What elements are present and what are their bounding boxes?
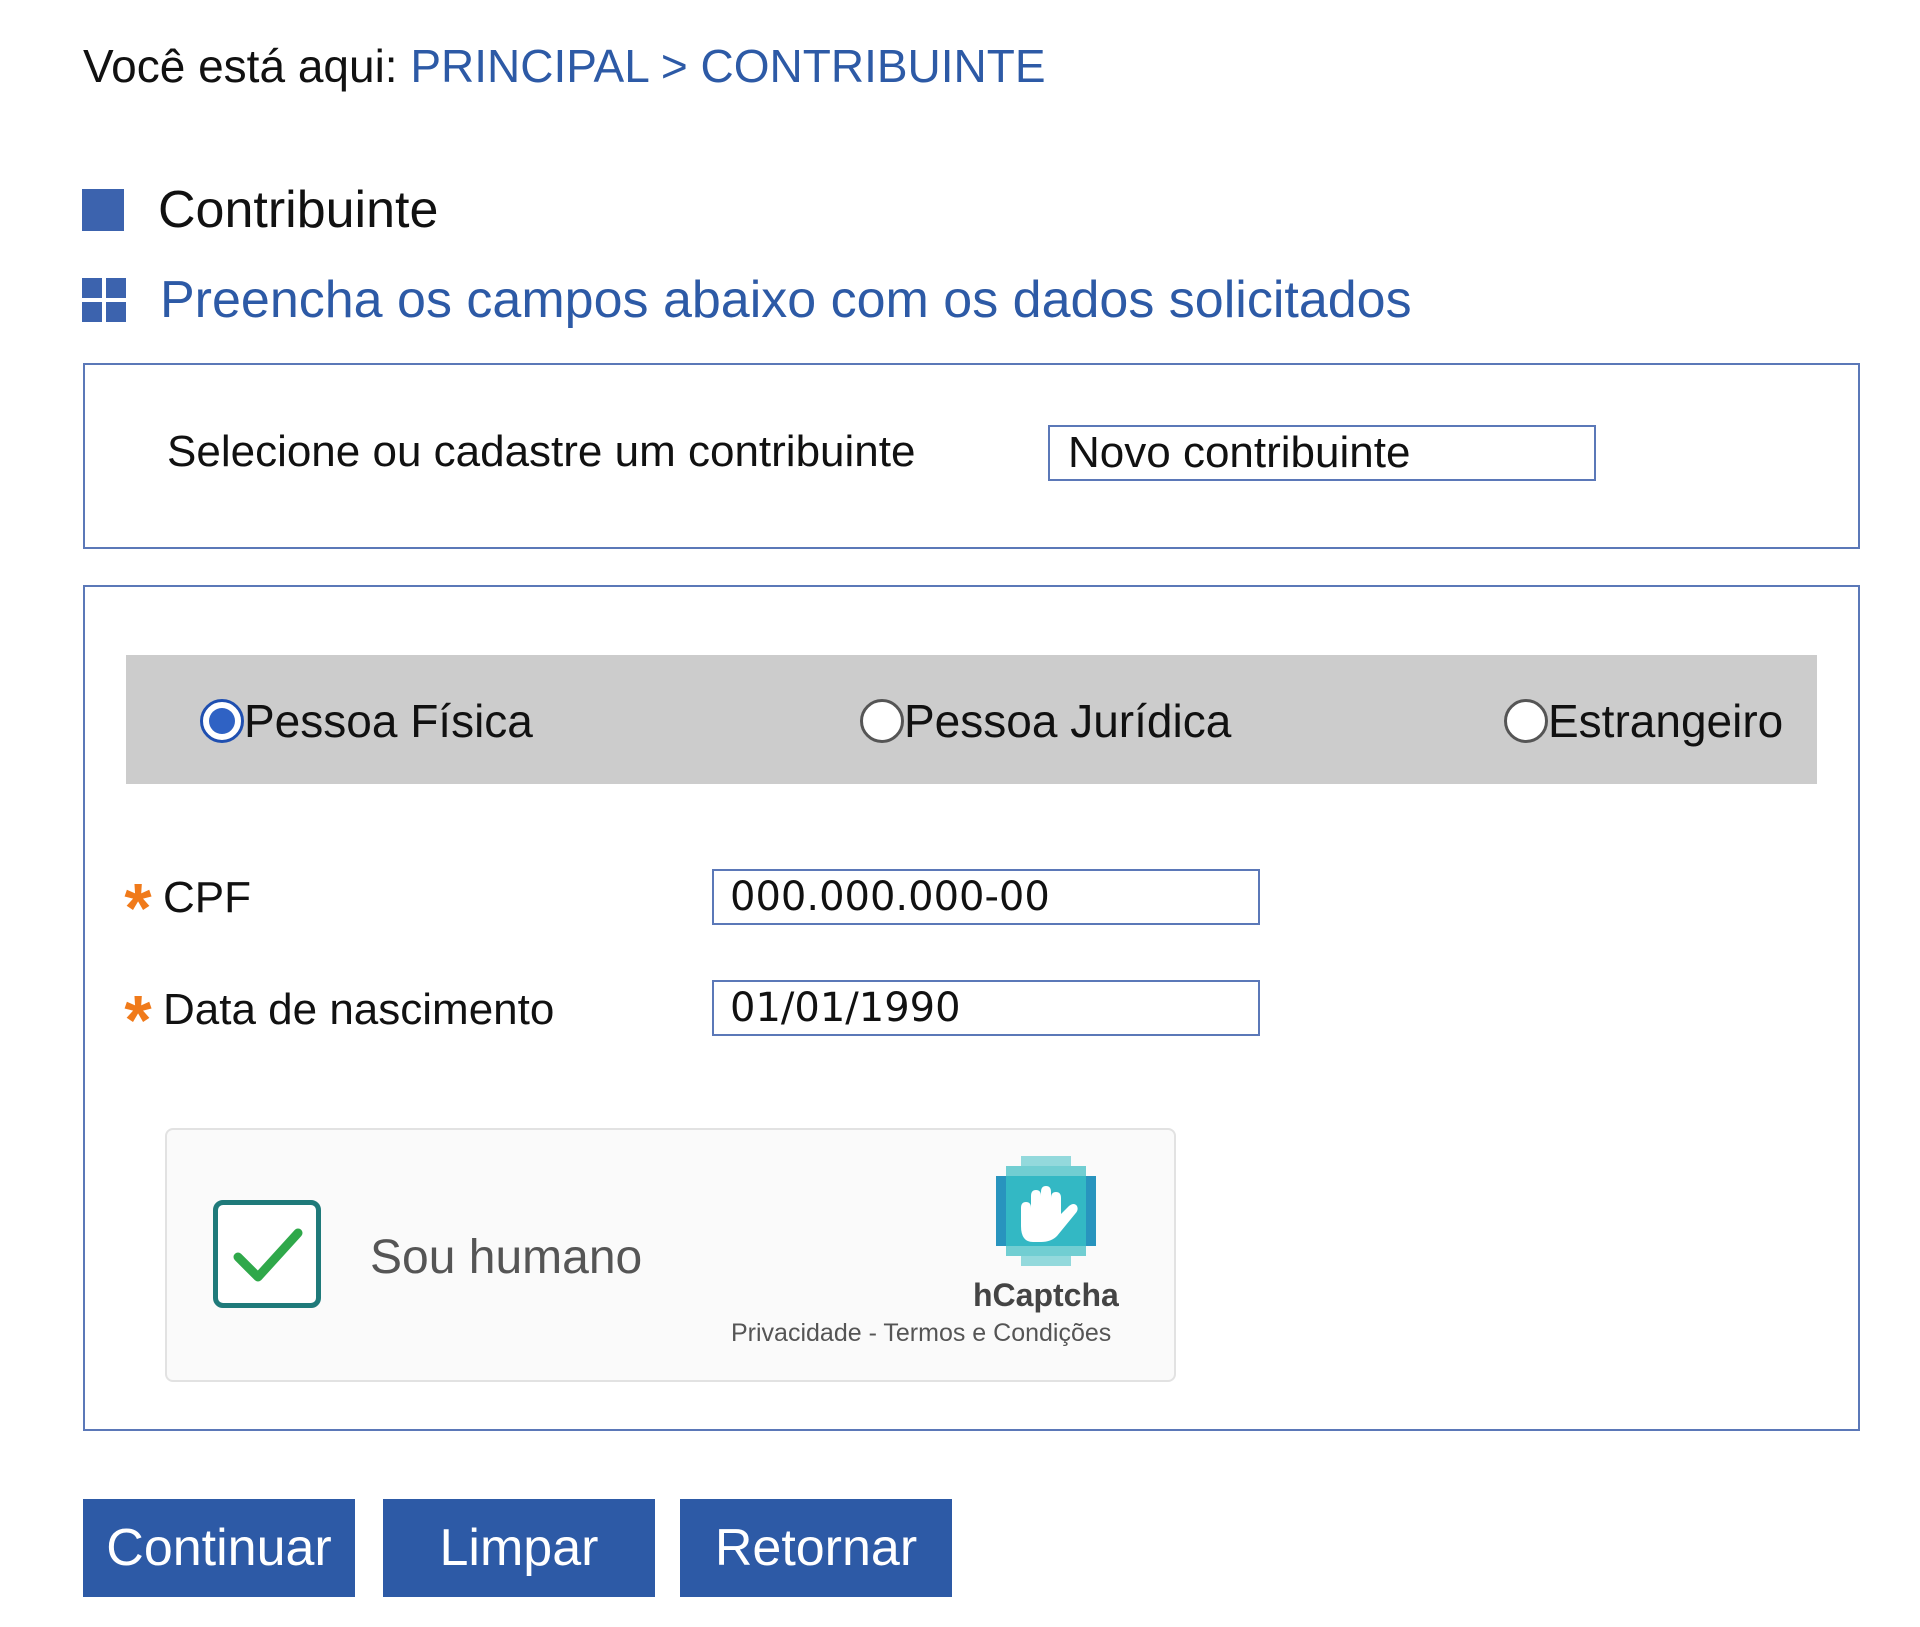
- breadcrumb-link-contribuinte[interactable]: CONTRIBUINTE: [701, 40, 1046, 92]
- radio-button[interactable]: [860, 699, 904, 743]
- grid-icon: [82, 278, 126, 322]
- breadcrumb-prefix: Você está aqui:: [83, 40, 398, 92]
- radio-label: Pessoa Física: [244, 695, 533, 747]
- page-subtitle-row: Preencha os campos abaixo com os dados s…: [82, 270, 1412, 330]
- cpf-label: CPF: [163, 873, 251, 922]
- breadcrumb-link-principal[interactable]: PRINCIPAL: [410, 40, 648, 92]
- page-title: Contribuinte: [158, 181, 439, 239]
- person-type-radio-group: Pessoa Física Pessoa Jurídica Estrangeir…: [126, 655, 1817, 784]
- radio-pessoa-fisica[interactable]: Pessoa Física: [200, 695, 533, 747]
- clear-button[interactable]: Limpar: [383, 1499, 655, 1597]
- captcha-links: Privacidade - Termos e Condições: [731, 1318, 1111, 1348]
- continue-button[interactable]: Continuar: [83, 1499, 355, 1597]
- radio-estrangeiro[interactable]: Estrangeiro: [1504, 695, 1783, 747]
- contributor-selector-panel: Selecione ou cadastre um contribuinte No…: [83, 363, 1860, 549]
- square-bullet-icon: [82, 189, 124, 231]
- required-asterisk-icon: *: [124, 869, 152, 947]
- captcha-privacy-link[interactable]: Privacidade: [731, 1319, 862, 1347]
- breadcrumb: Você está aqui: PRINCIPAL > CONTRIBUINTE: [83, 40, 1046, 92]
- required-asterisk-icon: *: [124, 981, 152, 1059]
- contributor-form-panel: Pessoa Física Pessoa Jurídica Estrangeir…: [83, 585, 1860, 1431]
- birth-date-row: * Data de nascimento: [113, 982, 555, 1055]
- cpf-input[interactable]: 000.000.000-00: [712, 869, 1260, 925]
- radio-button-checked[interactable]: [200, 699, 244, 743]
- breadcrumb-separator: >: [660, 40, 688, 92]
- radio-pessoa-juridica[interactable]: Pessoa Jurídica: [860, 695, 1231, 747]
- back-button[interactable]: Retornar: [680, 1499, 952, 1597]
- contributor-select[interactable]: Novo contribuinte: [1048, 425, 1596, 481]
- cpf-row: * CPF: [113, 870, 251, 943]
- page-title-row: Contribuinte: [82, 180, 438, 240]
- contributor-select-label: Selecione ou cadastre um contribuinte: [167, 427, 916, 476]
- hcaptcha-brand: hCaptcha: [973, 1277, 1119, 1313]
- hcaptcha-logo-icon: [996, 1156, 1096, 1266]
- radio-label: Pessoa Jurídica: [904, 695, 1232, 747]
- hcaptcha-widget: Sou humano hCaptcha Privacidade - Termos…: [165, 1128, 1176, 1382]
- radio-label: Estrangeiro: [1548, 695, 1784, 747]
- checkmark-icon: [233, 1228, 303, 1282]
- captcha-terms-link[interactable]: Termos e Condições: [883, 1319, 1111, 1347]
- captcha-link-separator: -: [861, 1319, 884, 1347]
- captcha-checkbox[interactable]: [213, 1200, 321, 1308]
- captcha-label: Sou humano: [370, 1231, 643, 1284]
- radio-button[interactable]: [1504, 699, 1548, 743]
- birth-date-label: Data de nascimento: [163, 985, 555, 1034]
- birth-date-input[interactable]: 01/01/1990: [712, 980, 1260, 1036]
- page-subtitle: Preencha os campos abaixo com os dados s…: [160, 271, 1412, 329]
